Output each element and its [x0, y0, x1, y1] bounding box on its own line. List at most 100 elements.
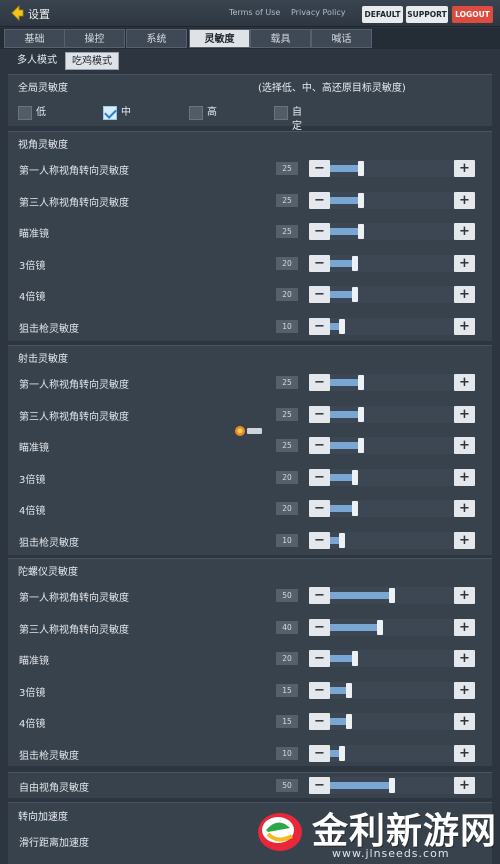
- minus-icon[interactable]: −: [309, 713, 330, 730]
- slider-thumb[interactable]: [358, 192, 364, 208]
- slider-track[interactable]: [330, 650, 454, 667]
- slider-track[interactable]: [330, 254, 454, 272]
- slider-thumb[interactable]: [351, 501, 358, 516]
- checkbox-low[interactable]: [18, 106, 32, 120]
- minus-icon[interactable]: −: [309, 531, 330, 549]
- slider-thumb[interactable]: [358, 161, 364, 176]
- plus-icon[interactable]: +: [454, 777, 475, 794]
- support-button[interactable]: SUPPORT: [406, 6, 448, 23]
- minus-icon[interactable]: −: [309, 777, 330, 794]
- slider-thumb[interactable]: [339, 318, 346, 334]
- minus-icon[interactable]: −: [309, 374, 330, 391]
- plus-icon[interactable]: +: [454, 317, 475, 335]
- logout-button[interactable]: LOGOUT: [452, 6, 493, 23]
- plus-icon[interactable]: +: [454, 468, 475, 486]
- plus-icon[interactable]: +: [454, 587, 475, 604]
- slider-track[interactable]: [330, 744, 454, 762]
- slider-track[interactable]: [330, 286, 454, 303]
- slider-track[interactable]: [330, 160, 454, 177]
- default-button[interactable]: DEFAULT: [362, 6, 403, 23]
- slider-track[interactable]: [330, 681, 454, 699]
- slider-thumb[interactable]: [339, 532, 346, 548]
- checkbox-high[interactable]: [189, 106, 203, 120]
- plus-icon[interactable]: +: [454, 500, 475, 517]
- slider-fill: [330, 165, 361, 172]
- plus-icon[interactable]: +: [454, 286, 475, 303]
- subtab-multiplayer[interactable]: 多人模式: [10, 52, 64, 70]
- plus-icon[interactable]: +: [454, 160, 475, 177]
- slider-track[interactable]: [330, 223, 454, 240]
- plus-icon[interactable]: +: [454, 650, 475, 667]
- plus-icon[interactable]: +: [454, 713, 475, 730]
- tab-basic[interactable]: 基础: [4, 29, 65, 48]
- checkbox-custom[interactable]: [274, 106, 288, 120]
- slider-thumb[interactable]: [345, 682, 352, 698]
- slider-thumb[interactable]: [376, 619, 383, 635]
- minus-icon[interactable]: −: [309, 160, 330, 177]
- minus-icon[interactable]: −: [309, 254, 330, 272]
- minus-icon[interactable]: −: [309, 191, 330, 209]
- slider-thumb[interactable]: [358, 224, 364, 239]
- value-display: 50: [276, 779, 298, 792]
- slider-track[interactable]: [330, 531, 454, 549]
- tab-sensitivity[interactable]: 灵敏度: [189, 29, 250, 48]
- tab-controls[interactable]: 操控: [64, 29, 125, 48]
- slider-thumb[interactable]: [358, 375, 364, 390]
- turn-accel-sub-label: 滑行距离加速度: [19, 838, 89, 849]
- slider-thumb[interactable]: [339, 745, 346, 761]
- minus-icon[interactable]: −: [309, 405, 330, 423]
- tab-vehicle[interactable]: 载具: [250, 29, 311, 48]
- plus-icon[interactable]: +: [454, 437, 475, 454]
- slider-track[interactable]: [330, 713, 454, 730]
- back-arrow-icon[interactable]: [10, 5, 24, 21]
- slider-thumb[interactable]: [345, 714, 352, 729]
- row-label: 第一人称视角转向灵敏度: [19, 593, 129, 604]
- check-icon[interactable]: [103, 106, 117, 120]
- minus-icon[interactable]: −: [309, 468, 330, 486]
- slider-track[interactable]: [330, 777, 454, 794]
- minus-icon[interactable]: −: [309, 317, 330, 335]
- slider-thumb[interactable]: [358, 438, 364, 453]
- minus-icon[interactable]: −: [309, 286, 330, 303]
- plus-icon[interactable]: +: [454, 254, 475, 272]
- slider-thumb[interactable]: [351, 287, 358, 302]
- slider-track[interactable]: [330, 468, 454, 486]
- plus-icon[interactable]: +: [454, 223, 475, 240]
- slider-track[interactable]: [330, 405, 454, 423]
- tab-quick-chat[interactable]: 喊话: [311, 29, 372, 48]
- slider-thumb[interactable]: [389, 588, 395, 603]
- plus-icon[interactable]: +: [454, 191, 475, 209]
- plus-icon[interactable]: +: [454, 681, 475, 699]
- terms-link[interactable]: Terms of Use: [229, 8, 280, 17]
- slider-thumb[interactable]: [351, 651, 358, 666]
- turn-accel-title: 转向加速度: [18, 812, 68, 823]
- slider-thumb[interactable]: [351, 469, 358, 485]
- subtab-battle-royale[interactable]: 吃鸡模式: [65, 52, 119, 70]
- value-display: 25: [276, 162, 298, 175]
- minus-icon[interactable]: −: [309, 650, 330, 667]
- tab-system[interactable]: 系统: [126, 29, 187, 48]
- privacy-link[interactable]: Privacy Policy: [291, 8, 346, 17]
- minus-icon[interactable]: −: [309, 587, 330, 604]
- minus-icon[interactable]: −: [309, 618, 330, 636]
- plus-icon[interactable]: +: [454, 374, 475, 391]
- slider-thumb[interactable]: [389, 778, 395, 793]
- slider-thumb[interactable]: [358, 406, 364, 422]
- slider-track[interactable]: [330, 374, 454, 391]
- minus-icon[interactable]: −: [309, 744, 330, 762]
- minus-icon[interactable]: −: [309, 437, 330, 454]
- plus-icon[interactable]: +: [454, 531, 475, 549]
- slider-track[interactable]: [330, 618, 454, 636]
- minus-icon[interactable]: −: [309, 681, 330, 699]
- minus-icon[interactable]: −: [309, 223, 330, 240]
- minus-icon[interactable]: −: [309, 500, 330, 517]
- plus-icon[interactable]: +: [454, 744, 475, 762]
- slider-track[interactable]: [330, 191, 454, 209]
- slider-thumb[interactable]: [351, 255, 358, 271]
- plus-icon[interactable]: +: [454, 618, 475, 636]
- plus-icon[interactable]: +: [454, 405, 475, 423]
- slider-track[interactable]: [330, 437, 454, 454]
- slider-track[interactable]: [330, 317, 454, 335]
- slider-track[interactable]: [330, 500, 454, 517]
- slider-track[interactable]: [330, 587, 454, 604]
